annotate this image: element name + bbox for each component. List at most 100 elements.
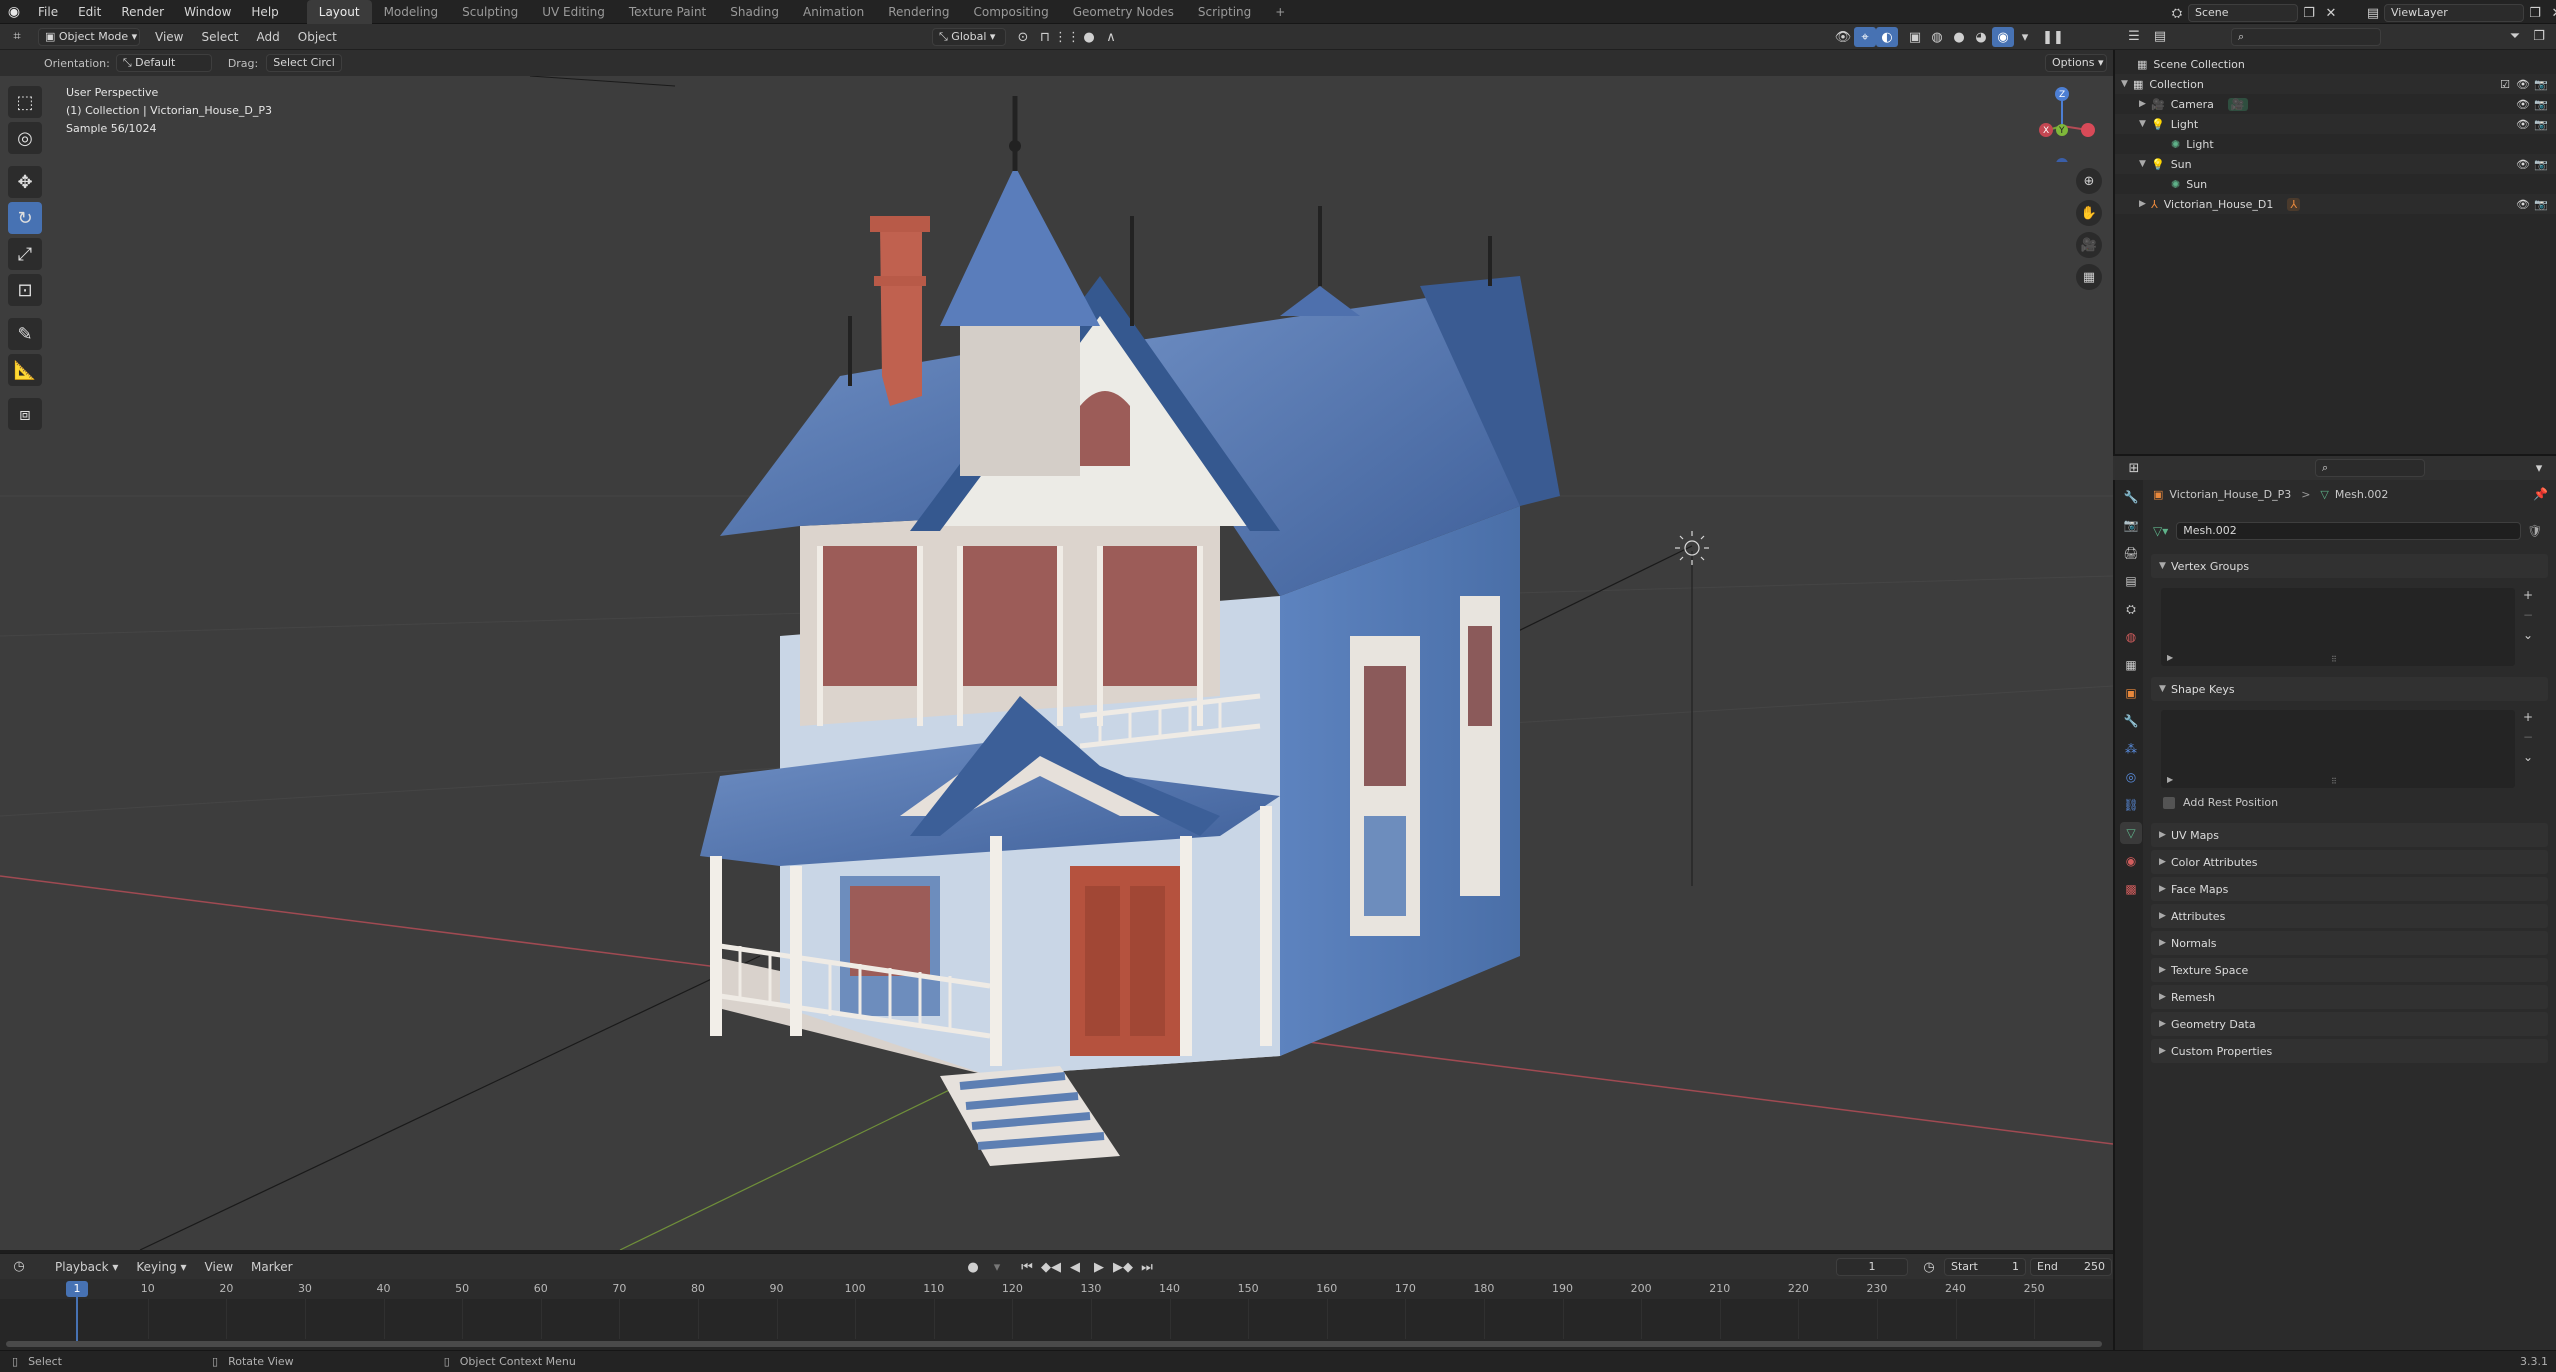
shape-keys-filter-icon[interactable]: ▶ [2167, 775, 2173, 784]
zoom-view-icon[interactable]: ⊕ [2076, 168, 2102, 194]
timeline-editor-type-icon[interactable]: ◷ [8, 1257, 30, 1277]
texture-space-panel-header[interactable]: ▶ Texture Space [2151, 958, 2548, 982]
tab-modeling[interactable]: Modeling [372, 0, 451, 24]
play-icon[interactable]: ▶ [1088, 1257, 1110, 1277]
outliner-row-sun[interactable]: ▼ 💡 Sun 👁 📷 [2115, 154, 2556, 174]
timeline-menu-marker[interactable]: Marker [242, 1260, 301, 1274]
tab-animation[interactable]: Animation [791, 0, 876, 24]
transform-tool-icon[interactable]: ⊡ [8, 274, 42, 306]
menu-render[interactable]: Render [111, 0, 174, 24]
playhead-frame-badge[interactable]: 1 [66, 1281, 88, 1297]
snap-icon[interactable]: ⊓ [1034, 27, 1056, 47]
vertex-groups-list[interactable]: ▶ ⠿ [2161, 588, 2515, 666]
collection-row[interactable]: ▼ ▦ Collection ☑ 👁 📷 [2115, 74, 2556, 94]
shading-rendered-icon[interactable]: ◉ [1992, 27, 2014, 47]
timeline-menu-view[interactable]: View [196, 1260, 242, 1274]
select-box-tool-icon[interactable]: ⬚ [8, 86, 42, 118]
view-layer-icon[interactable]: ▤ [2362, 3, 2384, 23]
outliner-row-light[interactable]: ▼ 💡 Light 👁 📷 [2115, 114, 2556, 134]
proportional-edit-icon[interactable]: ● [1078, 27, 1100, 47]
shape-keys-resize-handle[interactable]: ⠿ [2331, 777, 2337, 786]
sun-render-icon[interactable]: 📷 [2534, 158, 2548, 171]
tab-scripting[interactable]: Scripting [1186, 0, 1263, 24]
fake-user-icon[interactable]: 🛡 [2527, 524, 2542, 538]
outliner-editor-type-icon[interactable]: ☰ [2123, 27, 2145, 47]
viewport-menu-add[interactable]: Add [248, 30, 289, 44]
vertex-groups-resize-handle[interactable]: ⠿ [2331, 655, 2337, 664]
viewport-menu-select[interactable]: Select [192, 30, 247, 44]
display-mode-icon[interactable]: ▤ [2149, 27, 2171, 47]
rotate-tool-icon[interactable]: ↻ [8, 202, 42, 234]
scene-name-field[interactable]: Scene [2188, 4, 2298, 22]
attributes-panel-header[interactable]: ▶ Attributes [2151, 904, 2548, 928]
add-rest-position-checkbox[interactable] [2163, 796, 2175, 809]
viewport-menu-view[interactable]: View [146, 30, 192, 44]
tab-sculpting[interactable]: Sculpting [450, 0, 530, 24]
filter-icon[interactable]: ⏷ [2504, 27, 2526, 47]
material-tab-icon[interactable]: ◉ [2120, 850, 2142, 872]
tab-shading[interactable]: Shading [718, 0, 791, 24]
house-render-icon[interactable]: 📷 [2534, 198, 2548, 211]
menu-window[interactable]: Window [174, 0, 241, 24]
viewport-menu-object[interactable]: Object [289, 30, 346, 44]
tab-geometry-nodes[interactable]: Geometry Nodes [1061, 0, 1186, 24]
object-mode-dropdown[interactable]: ▣ Object Mode ▾ [38, 27, 140, 46]
timeline-menu-playback[interactable]: Playback ▾ [46, 1260, 127, 1274]
constraints-tab-icon[interactable]: ⛓ [2120, 794, 2142, 816]
current-frame-field[interactable]: 1 [1836, 1258, 1908, 1276]
properties-editor-type-icon[interactable]: ⊞ [2123, 458, 2145, 478]
add-vertex-group-icon[interactable]: + [2523, 588, 2533, 602]
play-reverse-icon[interactable]: ◀ [1064, 1257, 1086, 1277]
measure-tool-icon[interactable]: 📐 [8, 354, 42, 386]
pan-view-icon[interactable]: ✋ [2076, 200, 2102, 226]
outliner-row-camera[interactable]: ▶ 🎥 Camera 🎥 👁 📷 [2115, 94, 2556, 114]
scene-collection-row[interactable]: ▦ Scene Collection [2115, 54, 2556, 74]
physics-tab-icon[interactable]: ◎ [2120, 766, 2142, 788]
tab-compositing[interactable]: Compositing [961, 0, 1060, 24]
collection-tab-icon[interactable]: ▦ [2120, 654, 2142, 676]
delete-scene-icon[interactable]: ✕ [2320, 3, 2342, 23]
timeline-menu-keying[interactable]: Keying ▾ [127, 1260, 195, 1274]
victorian-house-model[interactable] [660, 76, 1560, 1186]
normals-panel-header[interactable]: ▶ Normals [2151, 931, 2548, 955]
mesh-datablock-icon[interactable]: ▽▾ [2153, 524, 2168, 538]
scene-icon[interactable]: ⛭ [2166, 3, 2188, 23]
tool-tab-icon[interactable]: 🔧 [2120, 486, 2142, 508]
object-tab-icon[interactable]: ▣ [2120, 682, 2142, 704]
end-frame-field[interactable]: End 250 [2030, 1258, 2112, 1276]
menu-help[interactable]: Help [241, 0, 288, 24]
particles-tab-icon[interactable]: ⁂ [2120, 738, 2142, 760]
remesh-panel-header[interactable]: ▶ Remesh [2151, 985, 2548, 1009]
texture-tab-icon[interactable]: ▩ [2120, 878, 2142, 900]
new-collection-icon[interactable]: ❐ [2528, 27, 2550, 47]
record-icon[interactable]: ● [962, 1257, 984, 1277]
transform-orientation-dropdown[interactable]: ⤡ Global ▾ [932, 28, 1006, 46]
visibility-icon[interactable]: 👁 [1832, 27, 1854, 47]
xray-toggle-icon[interactable]: ▣ [1904, 27, 1926, 47]
view-layer-tab-icon[interactable]: ▤ [2120, 570, 2142, 592]
output-tab-icon[interactable]: 🖨 [2120, 542, 2142, 564]
outliner-search-input[interactable]: ⌕ [2231, 27, 2381, 46]
vertex-groups-filter-icon[interactable]: ▶ [2167, 653, 2173, 662]
light-render-icon[interactable]: 📷 [2534, 118, 2548, 131]
start-frame-field[interactable]: Start 1 [1944, 1258, 2026, 1276]
vertex-group-specials-icon[interactable]: ⌄ [2523, 628, 2533, 642]
editor-type-icon[interactable]: ⌗ [6, 27, 28, 47]
camera-visibility-icon[interactable]: 👁 [2516, 98, 2530, 111]
scene-tab-icon[interactable]: ⛭ [2120, 598, 2142, 620]
shading-wireframe-icon[interactable]: ◍ [1926, 27, 1948, 47]
jump-start-icon[interactable]: ⏮ [1016, 1257, 1038, 1277]
tab-texture-paint[interactable]: Texture Paint [617, 0, 718, 24]
new-view-layer-icon[interactable]: ❐ [2524, 3, 2546, 23]
move-tool-icon[interactable]: ✥ [8, 166, 42, 198]
shading-material-icon[interactable]: ◕ [1970, 27, 1992, 47]
mesh-data-tab-icon[interactable]: ▽ [2120, 822, 2142, 844]
ortho-toggle-icon[interactable]: ▦ [2076, 264, 2102, 290]
new-scene-icon[interactable]: ❐ [2298, 3, 2320, 23]
jump-next-keyframe-icon[interactable]: ▶◆ [1112, 1257, 1134, 1277]
auto-key-options-icon[interactable]: ▾ [986, 1257, 1008, 1277]
overlay-toggle-icon[interactable]: ◐ [1876, 27, 1898, 47]
collection-include-checkbox[interactable]: ☑ [2500, 78, 2510, 91]
camera-data-icon[interactable]: 🎥 [2227, 97, 2248, 111]
properties-options-icon[interactable]: ▾ [2528, 458, 2550, 478]
